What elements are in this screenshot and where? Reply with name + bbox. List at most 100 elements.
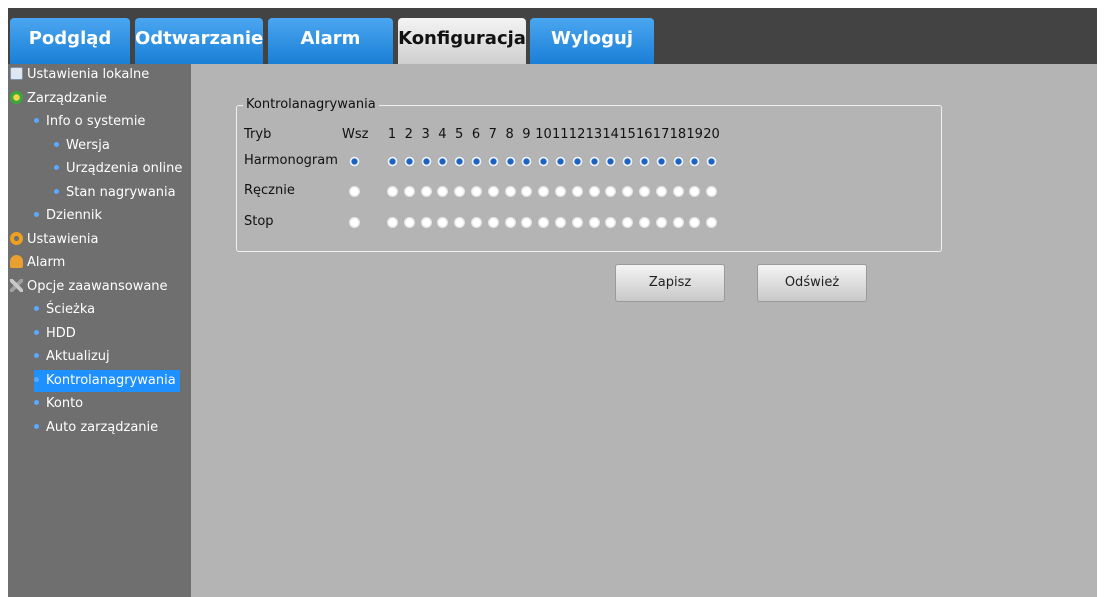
channel-radio[interactable] [420,186,432,197]
channel-radio[interactable] [403,217,415,228]
all-channels-radio[interactable] [349,186,360,197]
channel-radio[interactable] [521,186,533,197]
channel-radio[interactable] [655,156,667,167]
sidebar-item-label: Auto zarządzanie [46,419,159,435]
channel-radio[interactable] [387,186,398,197]
all-channels-radio[interactable] [349,217,360,228]
tab-wyloguj[interactable]: Wyloguj [530,18,654,64]
channel-radio[interactable] [454,156,466,167]
channel-radio[interactable] [672,186,684,197]
channel-radio[interactable] [571,186,583,197]
channel-radio[interactable] [454,217,466,228]
mode-header: Tryb [244,127,272,142]
channel-radio[interactable] [689,186,701,197]
channel-radio[interactable] [487,156,499,167]
channel-radio[interactable] [639,156,650,167]
channel-number: 13 [585,127,603,142]
channel-radio[interactable] [487,217,499,228]
sidebar-item[interactable]: Auto zarządzanie [34,417,162,439]
sidebar-item[interactable]: Urządzenia online [54,158,186,180]
channel-radio[interactable] [605,156,617,167]
channel-radio[interactable] [521,217,533,228]
channel-radio[interactable] [672,217,684,228]
sidebar-item[interactable]: Aktualizuj [34,346,114,368]
channel-radio[interactable] [639,217,650,228]
channel-radio[interactable] [555,186,566,197]
channel-radio[interactable] [706,156,718,167]
save-button[interactable]: Zapisz [615,264,725,302]
channel-radio[interactable] [454,186,466,197]
channel-radio[interactable] [403,156,415,167]
bullet-icon [34,376,39,382]
sidebar-item[interactable]: Ścieżka [34,299,99,321]
channel-number: 17 [652,127,670,142]
channel-radio[interactable] [555,217,566,228]
channel-radio[interactable] [538,217,550,228]
channel-radio[interactable] [706,217,718,228]
sidebar-item[interactable]: Stan nagrywania [54,182,180,204]
sidebar-item-label: HDD [46,325,76,341]
channel-radio[interactable] [471,217,482,228]
refresh-button[interactable]: Odśwież [757,264,867,302]
channel-radio[interactable] [706,186,718,197]
channel-radio[interactable] [588,156,600,167]
bullet-icon [54,165,59,170]
channel-radio[interactable] [504,217,516,228]
sidebar-item[interactable]: Zarządzanie [10,88,111,110]
channel-radio[interactable] [437,156,449,167]
channel-radio[interactable] [605,186,617,197]
sidebar-item[interactable]: Kontrolanagrywania [34,369,180,392]
sidebar-item[interactable]: Alarm [10,252,69,274]
sidebar-item[interactable]: Konto [34,393,87,415]
channel-radio[interactable] [471,156,482,167]
channel-radio[interactable] [555,156,566,167]
tab-konfiguracja[interactable]: Konfiguracja [398,18,526,64]
channel-radio[interactable] [403,186,415,197]
channel-number: 5 [455,127,464,142]
channel-radio[interactable] [571,217,583,228]
sidebar-item[interactable]: Dziennik [34,205,106,227]
sidebar-item[interactable]: Opcje zaawansowane [10,276,172,298]
channel-radio[interactable] [605,217,617,228]
sidebar-item[interactable]: Wersja [54,135,114,157]
channel-radio[interactable] [387,217,398,228]
channel-radio[interactable] [639,186,650,197]
channel-radio[interactable] [437,186,449,197]
channel-radio[interactable] [622,217,634,228]
channel-radio[interactable] [521,156,533,167]
tab-odtwarzanie[interactable]: Odtwarzanie [135,18,263,64]
channel-radio[interactable] [672,156,684,167]
sidebar-item-label: Alarm [27,255,66,270]
sidebar-item[interactable]: Ustawienia lokalne [10,64,153,86]
channel-radio[interactable] [655,217,667,228]
mode-label: Stop [244,214,274,229]
channel-radio[interactable] [387,156,398,167]
channel-radio[interactable] [538,156,550,167]
channel-radio[interactable] [622,186,634,197]
tab-alarm[interactable]: Alarm [268,18,393,64]
channel-radio[interactable] [571,156,583,167]
channel-radio[interactable] [487,186,499,197]
sidebar-item-label: Dziennik [46,208,103,223]
sidebar-item-label: Ustawienia lokalne [27,67,150,82]
channel-number: 16 [636,127,653,142]
channel-radio[interactable] [689,156,701,167]
tab-podglad[interactable]: Podgląd [10,18,130,64]
sidebar-item[interactable]: HDD [34,323,80,345]
sidebar-item-label: Stan nagrywania [66,184,176,200]
channel-radio[interactable] [622,156,634,167]
channel-radio[interactable] [689,217,701,228]
channel-radio[interactable] [437,217,449,228]
channel-radio[interactable] [471,186,482,197]
channel-radio[interactable] [588,186,600,197]
sidebar-item[interactable]: Info o systemie [34,111,149,133]
channel-radio[interactable] [588,217,600,228]
sidebar-item[interactable]: Ustawienia [10,229,102,251]
channel-radio[interactable] [504,156,516,167]
channel-radio[interactable] [420,156,432,167]
channel-radio[interactable] [420,217,432,228]
channel-radio[interactable] [655,186,667,197]
channel-radio[interactable] [504,186,516,197]
channel-radio[interactable] [538,186,550,197]
all-channels-radio[interactable] [349,156,360,167]
